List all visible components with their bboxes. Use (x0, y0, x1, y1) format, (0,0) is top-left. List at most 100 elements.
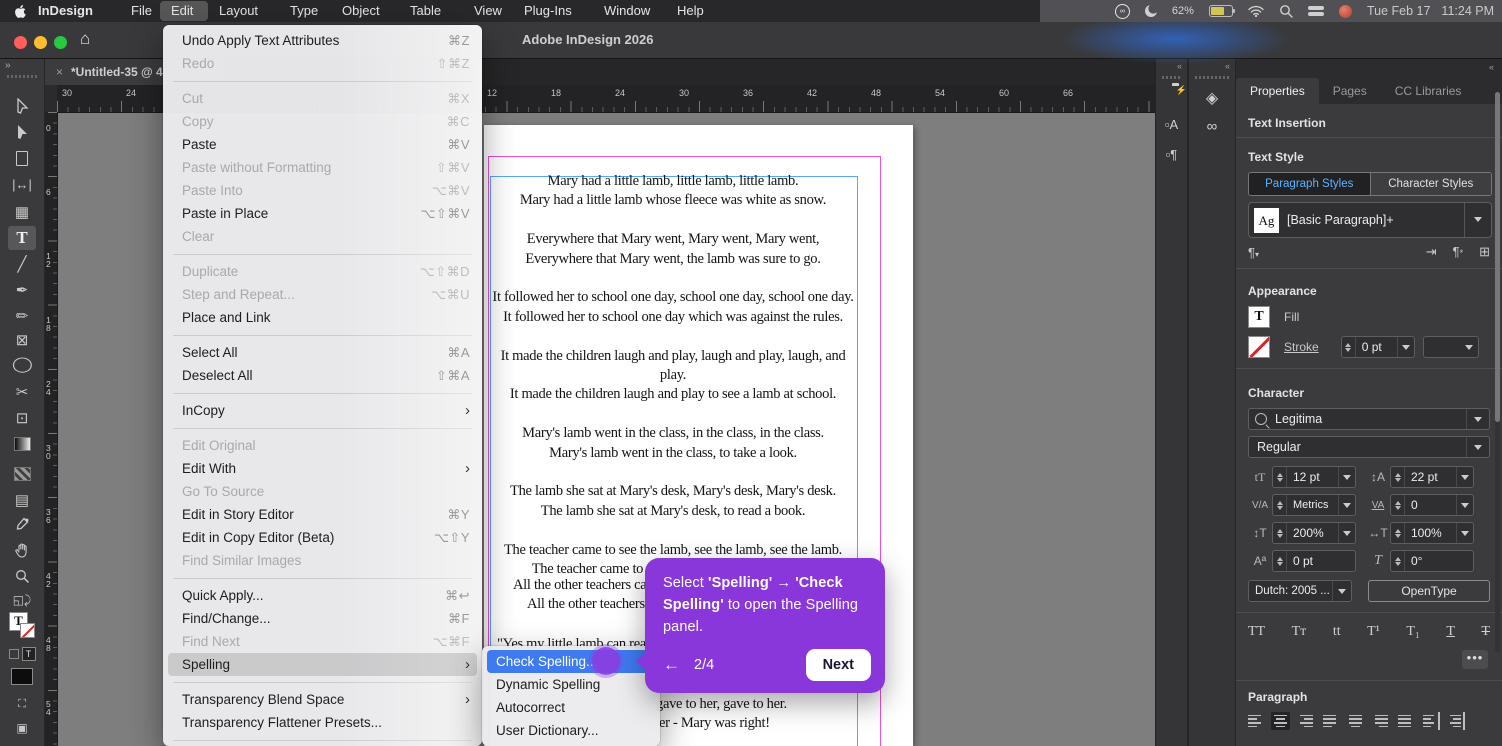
justify-last-left-button[interactable] (1321, 712, 1340, 730)
lowercase-button[interactable]: tt (1333, 624, 1341, 640)
align-center-button[interactable] (1271, 712, 1290, 730)
chevron-down-icon[interactable] (1338, 495, 1355, 515)
tab-cc-libraries[interactable]: CC Libraries (1381, 78, 1476, 104)
menu-layout[interactable]: Layout (219, 0, 258, 22)
small-caps-button[interactable]: Tᴛ (1292, 624, 1307, 640)
menu-item-step-and-repeat[interactable]: Step and Repeat... ⌥⌘U (163, 283, 482, 306)
more-options-button[interactable]: ••• (1462, 650, 1488, 669)
pilcrow-options-icon[interactable]: ¶▾ (1248, 245, 1259, 260)
free-transform-tool[interactable]: ⊡ (8, 406, 36, 430)
menu-item-cut[interactable]: Cut ⌘X (163, 87, 482, 110)
apply-gradient-icon[interactable]: ⛶ (8, 692, 36, 716)
menu-edit[interactable]: Edit (171, 0, 193, 22)
menu-item-go-to-source[interactable]: Go To Source (163, 480, 482, 503)
menubar-app-name[interactable]: InDesign (38, 0, 93, 22)
swap-fill-stroke-icon[interactable]: ◱⤸ (8, 588, 36, 612)
pen-tool[interactable]: ✒ (8, 278, 36, 302)
content-collector-tool[interactable]: ▦ (8, 200, 36, 224)
menu-item-edit-in-story-editor[interactable]: Edit in Story Editor ⌘Y (163, 503, 482, 526)
menu-item-find-change[interactable]: Find/Change... ⌘F (163, 607, 482, 630)
kerning-field[interactable]: Metrics (1272, 494, 1356, 516)
menu-item-edit-in-copy-editor[interactable]: Edit in Copy Editor (Beta) ⌥⇧Y (163, 526, 482, 549)
collapse-dock-icon[interactable]: « (1177, 61, 1182, 71)
apply-color-swatch[interactable] (8, 664, 36, 688)
skew-field[interactable]: 0° (1390, 550, 1474, 572)
align-left-button[interactable] (1246, 712, 1265, 730)
hand-tool[interactable] (8, 538, 36, 562)
layers-icon[interactable]: ◈ (1189, 88, 1235, 108)
font-style-select[interactable]: Regular (1248, 436, 1490, 458)
paragraph-styles-tab[interactable]: Paragraph Styles (1249, 173, 1370, 195)
style-override-icon[interactable]: ¶* (1453, 244, 1464, 260)
chevron-down-icon[interactable] (1466, 437, 1489, 457)
menu-view[interactable]: View (474, 0, 502, 22)
align-away-from-spine-button[interactable] (1446, 712, 1465, 730)
font-size-field[interactable]: 12 pt (1272, 466, 1356, 488)
note-tool[interactable]: ▤ (8, 488, 36, 512)
submenu-item-autocorrect[interactable]: Autocorrect (482, 696, 660, 719)
stroke-label[interactable]: Stroke (1284, 340, 1319, 354)
direct-selection-tool[interactable] (8, 120, 36, 144)
dock-grip[interactable] (1195, 76, 1229, 79)
menu-item-select-all[interactable]: Select All ⌘A (163, 341, 482, 364)
fill-proxy-icon[interactable]: T (1248, 306, 1270, 328)
menu-item-find-next[interactable]: Find Next ⌥⌘F (163, 630, 482, 653)
redefine-style-icon[interactable]: ⇥ (1426, 244, 1437, 260)
creative-cloud-icon[interactable]: ∞ (1114, 3, 1130, 19)
menu-item-paste-in-place[interactable]: Paste in Place ⌥⇧⌘V (163, 202, 482, 225)
gradient-swatch-tool[interactable] (8, 432, 36, 456)
chevron-down-icon[interactable] (1466, 409, 1489, 429)
chevron-down-icon[interactable] (1396, 337, 1414, 357)
scissors-tool[interactable]: ✂ (8, 380, 36, 404)
menu-item-place-and-link[interactable]: Place and Link (163, 306, 482, 329)
paragraph-styles-icon[interactable]: ▫¶ (1156, 146, 1187, 163)
collapse-dock-icon[interactable]: « (1225, 61, 1230, 71)
gap-tool[interactable]: |↔| (8, 172, 36, 196)
menu-file[interactable]: File (131, 0, 152, 22)
collapse-panel-icon[interactable]: « (1489, 62, 1494, 72)
menu-item-duplicate[interactable]: Duplicate ⌥⇧⌘D (163, 260, 482, 283)
apple-menu-icon[interactable] (13, 3, 28, 25)
panel-scrollbar[interactable] (1495, 92, 1500, 652)
menu-item-paste-without-formatting[interactable]: Paste without Formatting ⇧⌘V (163, 156, 482, 179)
chevron-down-icon[interactable] (1464, 203, 1491, 237)
rectangle-frame-tool[interactable]: ⊠ (8, 328, 36, 352)
wifi-icon[interactable] (1248, 5, 1264, 17)
menu-item-edit-original[interactable]: Edit Original (163, 434, 482, 457)
dock-grip[interactable] (1162, 76, 1181, 79)
zoom-tool[interactable] (8, 564, 36, 588)
font-family-select[interactable]: Legitima (1248, 408, 1490, 430)
ellipse-tool[interactable]: ◯ (8, 352, 36, 376)
menu-item-redo[interactable]: Redo ⇧⌘Z (163, 52, 482, 75)
paragraph-style-dropdown[interactable]: Ag [Basic Paragraph]+ (1248, 202, 1492, 238)
chevron-down-icon[interactable] (1456, 523, 1473, 543)
menu-table[interactable]: Table (410, 0, 441, 22)
menu-item-find-similar-images[interactable]: Find Similar Images (163, 549, 482, 572)
submenu-item-check-spelling[interactable]: Check Spelling... (487, 650, 655, 673)
menu-item-quick-apply[interactable]: Quick Apply... ⌘↩ (163, 584, 482, 607)
submenu-item-user-dictionary[interactable]: User Dictionary... (482, 719, 660, 742)
subscript-button[interactable]: T₁ (1406, 624, 1419, 640)
opentype-button[interactable]: OpenType (1368, 580, 1490, 602)
search-icon[interactable] (1279, 4, 1293, 18)
menu-object[interactable]: Object (342, 0, 380, 22)
menu-item-transparency-blend-space[interactable]: Transparency Blend Space › (163, 688, 482, 711)
next-button[interactable]: Next (805, 649, 871, 681)
menu-plug-ins[interactable]: Plug-Ins (524, 0, 572, 22)
menu-item-paste[interactable]: Paste ⌘V (163, 133, 482, 156)
screen-mode-button[interactable]: ▣ (8, 716, 36, 740)
language-select[interactable]: Dutch: 2005 ... (1248, 580, 1352, 602)
leading-field[interactable]: 22 pt (1390, 466, 1474, 488)
submenu-item-dynamic-spelling[interactable]: Dynamic Spelling (482, 673, 660, 696)
fill-stroke-proxy[interactable]: T (8, 610, 36, 640)
superscript-button[interactable]: T¹ (1367, 624, 1380, 640)
chevron-down-icon[interactable] (1338, 467, 1355, 487)
red-status-icon[interactable] (1338, 4, 1352, 18)
home-icon[interactable]: ⌂ (80, 29, 90, 49)
stroke-proxy-icon[interactable] (1248, 336, 1270, 358)
panel-grip[interactable] (7, 75, 37, 78)
chevron-down-icon[interactable] (1456, 467, 1473, 487)
tab-pages[interactable]: Pages (1319, 78, 1381, 104)
justify-last-right-button[interactable] (1371, 712, 1390, 730)
menu-item-copy[interactable]: Copy ⌘C (163, 110, 482, 133)
